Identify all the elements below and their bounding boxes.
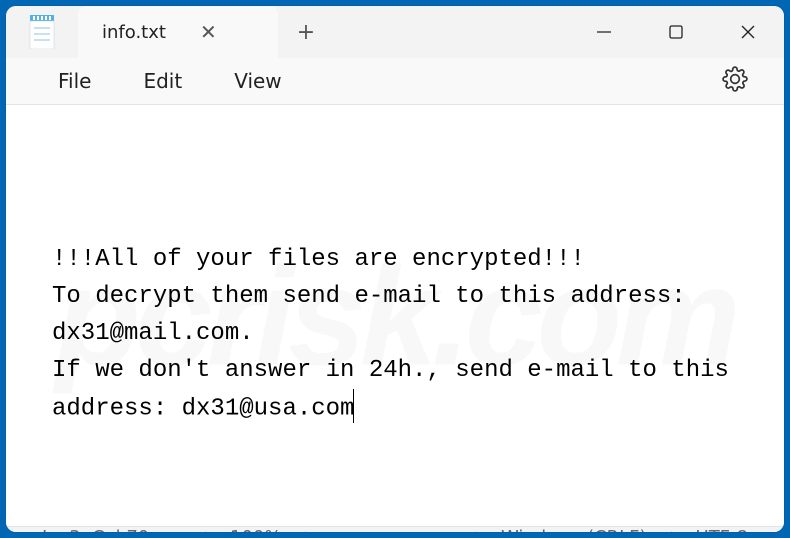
window-controls — [568, 6, 784, 58]
app-icon — [6, 6, 78, 58]
notepad-icon — [28, 15, 56, 49]
settings-button[interactable] — [714, 58, 756, 104]
new-tab-button[interactable]: + — [278, 6, 334, 58]
minimize-icon — [596, 24, 612, 40]
menu-edit[interactable]: Edit — [119, 61, 206, 101]
close-window-icon — [740, 24, 756, 40]
menubar: File Edit View — [6, 58, 784, 105]
status-spacer — [306, 531, 476, 532]
gear-icon — [722, 66, 748, 92]
status-encoding: UTF-8 — [672, 531, 784, 532]
maximize-button[interactable] — [640, 6, 712, 58]
status-zoom[interactable]: 100% — [206, 531, 306, 532]
text-line-1: !!!All of your files are encrypted!!! — [52, 246, 585, 273]
minimize-button[interactable] — [568, 6, 640, 58]
text-line-3: If we don't answer in 24h., send e-mail … — [52, 357, 743, 423]
statusbar: Ln 3, Col 70 100% Windows (CRLF) UTF-8 — [6, 526, 784, 532]
status-position: Ln 3, Col 70 — [6, 531, 206, 532]
tabs: info.txt ✕ + — [78, 6, 334, 58]
titlebar: info.txt ✕ + — [6, 6, 784, 58]
menu-view[interactable]: View — [210, 61, 305, 101]
notepad-window: info.txt ✕ + File Edit View — [6, 6, 784, 532]
maximize-icon — [668, 24, 684, 40]
tab-active[interactable]: info.txt ✕ — [78, 6, 278, 58]
text-line-2: To decrypt them send e-mail to this addr… — [52, 283, 700, 347]
plus-icon: + — [297, 20, 315, 45]
editor-content: !!!All of your files are encrypted!!! To… — [52, 241, 738, 429]
status-lineending: Windows (CRLF) — [477, 531, 672, 532]
text-cursor — [353, 389, 354, 423]
tab-title: info.txt — [102, 22, 166, 43]
close-button[interactable] — [712, 6, 784, 58]
close-icon[interactable]: ✕ — [194, 18, 223, 46]
text-editor[interactable]: pcrisk.com !!!All of your files are encr… — [6, 105, 784, 526]
menu-file[interactable]: File — [34, 61, 115, 101]
